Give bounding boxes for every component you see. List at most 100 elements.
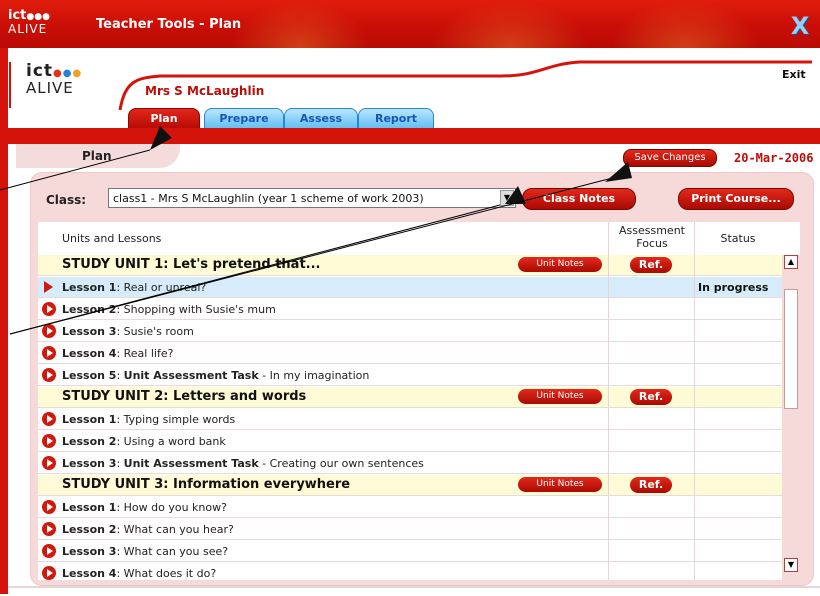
- lesson-title: :: [116, 457, 124, 470]
- lesson-label: Lesson 3: What can you see?: [62, 545, 228, 558]
- tab-prepare[interactable]: Prepare: [204, 108, 284, 128]
- lesson-grid: Units and Lessons Assessment Focus Statu…: [38, 222, 800, 580]
- play-icon: [42, 544, 56, 558]
- print-course-button[interactable]: Print Course...: [678, 188, 794, 210]
- column-divider: [694, 222, 695, 580]
- class-label: Class:: [46, 193, 87, 207]
- unit-title: STUDY UNIT 3: Information everywhere: [62, 477, 351, 492]
- lesson-title: : Real life?: [116, 347, 174, 360]
- window-title-bar: ict●●● ALIVE Teacher Tools - Plan X: [0, 0, 820, 48]
- lesson-row[interactable]: Lesson 1: How do you know?: [38, 497, 782, 518]
- section-label: Plan: [16, 144, 180, 168]
- lesson-label: Lesson 2: Shopping with Susie's mum: [62, 303, 276, 316]
- col-header-status: Status: [720, 232, 756, 245]
- col-header-units: Units and Lessons: [62, 232, 162, 245]
- selected-arrow-icon: [44, 281, 53, 293]
- window-title: Teacher Tools - Plan: [96, 17, 242, 32]
- unit-notes-button[interactable]: Unit Notes: [518, 257, 602, 272]
- ictalive-logo: ict●●● ALIVE: [26, 61, 83, 97]
- unit-title: STUDY UNIT 1: Let's pretend that...: [62, 257, 321, 272]
- lesson-number: Lesson 2: [62, 303, 117, 316]
- tab-report[interactable]: Report: [358, 108, 434, 128]
- close-icon[interactable]: X: [788, 14, 812, 38]
- lesson-label: Lesson 2: What can you hear?: [62, 523, 234, 536]
- lesson-label: Lesson 1: How do you know?: [62, 501, 227, 514]
- lesson-task-type: Unit Assessment Task: [123, 369, 259, 382]
- lesson-row[interactable]: Lesson 1: Typing simple words: [38, 409, 782, 430]
- lesson-row[interactable]: Lesson 3: What can you see?: [38, 541, 782, 562]
- lesson-task-title: - Creating our own sentences: [258, 457, 424, 470]
- play-icon: [42, 368, 56, 382]
- lesson-number: Lesson 1: [62, 281, 117, 294]
- tab-prepare-label: Prepare: [219, 112, 269, 125]
- tab-plan-label: Plan: [150, 112, 178, 125]
- tab-assess[interactable]: Assess: [284, 108, 358, 128]
- scroll-down-icon[interactable]: ▼: [784, 558, 798, 572]
- lesson-label: Lesson 3: Unit Assessment Task - Creatin…: [62, 457, 424, 470]
- lesson-row[interactable]: Lesson 4: Real life?: [38, 343, 782, 364]
- lesson-number: Lesson 4: [62, 567, 117, 580]
- lesson-row[interactable]: Lesson 2: Using a word bank: [38, 431, 782, 452]
- lesson-number: Lesson 3: [62, 545, 117, 558]
- lesson-status: In progress: [698, 281, 769, 294]
- play-icon: [42, 566, 56, 580]
- class-notes-button[interactable]: Class Notes: [522, 188, 636, 210]
- unit-notes-button[interactable]: Unit Notes: [518, 477, 602, 492]
- unit-title: STUDY UNIT 2: Letters and words: [62, 389, 307, 404]
- chevron-down-icon[interactable]: ▼: [500, 190, 514, 206]
- unit-row[interactable]: STUDY UNIT 2: Letters and words Unit Note…: [38, 387, 782, 408]
- lesson-row[interactable]: Lesson 3: Susie's room: [38, 321, 782, 342]
- unit-row[interactable]: STUDY UNIT 1: Let's pretend that... Unit …: [38, 255, 782, 276]
- lesson-title: : How do you know?: [116, 501, 227, 514]
- lesson-label: Lesson 4: Real life?: [62, 347, 173, 360]
- lesson-title: : Real or unreal?: [116, 281, 207, 294]
- title-bar-logo: ict●●● ALIVE: [8, 8, 50, 36]
- play-icon: [42, 500, 56, 514]
- lesson-label: Lesson 4: What does it do?: [62, 567, 216, 580]
- lesson-label: Lesson 1: Real or unreal?: [62, 281, 206, 294]
- col-header-focus-line2: Focus: [636, 237, 668, 250]
- class-select[interactable]: class1 - Mrs S McLaughlin (year 1 scheme…: [108, 188, 516, 208]
- col-header-focus-line1: Assessment: [619, 224, 685, 237]
- lesson-row[interactable]: Lesson 1: Real or unreal? In progress: [38, 277, 782, 298]
- exit-link[interactable]: Exit: [782, 68, 806, 81]
- tab-plan[interactable]: Plan: [128, 108, 200, 128]
- lesson-number: Lesson 4: [62, 347, 117, 360]
- lesson-row[interactable]: Lesson 4: What does it do?: [38, 563, 782, 580]
- unit-notes-button[interactable]: Unit Notes: [518, 389, 602, 404]
- play-icon: [42, 456, 56, 470]
- tab-report-label: Report: [374, 112, 418, 125]
- lesson-title: : What does it do?: [116, 567, 217, 580]
- window-bottom-border: [8, 586, 820, 596]
- play-icon: [42, 522, 56, 536]
- title-bar-decoration: [430, 0, 590, 48]
- lesson-row[interactable]: Lesson 2: Shopping with Susie's mum: [38, 299, 782, 320]
- lesson-row[interactable]: Lesson 2: What can you hear?: [38, 519, 782, 540]
- lesson-title: : Using a word bank: [116, 435, 226, 448]
- scroll-up-icon[interactable]: ▲: [784, 255, 798, 269]
- teacher-name: Mrs S McLaughlin: [145, 84, 265, 98]
- lesson-number: Lesson 5: [62, 369, 117, 382]
- lesson-row[interactable]: Lesson 3: Unit Assessment Task - Creatin…: [38, 453, 782, 474]
- lesson-number: Lesson 1: [62, 413, 117, 426]
- lesson-row[interactable]: Lesson 5: Unit Assessment Task - In my i…: [38, 365, 782, 386]
- lesson-number: Lesson 2: [62, 523, 117, 536]
- ref-button[interactable]: Ref.: [630, 389, 672, 405]
- ref-button[interactable]: Ref.: [630, 477, 672, 493]
- ref-button[interactable]: Ref.: [630, 257, 672, 273]
- lesson-number: Lesson 1: [62, 501, 117, 514]
- grid-header: Units and Lessons Assessment Focus Statu…: [38, 222, 800, 256]
- play-icon: [42, 346, 56, 360]
- grid-scrollbar[interactable]: ▲ ▼: [782, 255, 800, 580]
- play-icon: [42, 324, 56, 338]
- col-header-focus: Assessment Focus: [610, 224, 694, 250]
- scrollbar-thumb[interactable]: [784, 289, 798, 409]
- unit-row[interactable]: STUDY UNIT 3: Information everywhere Unit…: [38, 475, 782, 496]
- tab-assess-label: Assess: [299, 112, 343, 125]
- play-icon: [42, 302, 56, 316]
- lesson-title: : What can you hear?: [116, 523, 234, 536]
- save-changes-button[interactable]: Save Changes: [623, 149, 717, 167]
- lesson-title: : What can you see?: [116, 545, 229, 558]
- lesson-label: Lesson 5: Unit Assessment Task - In my i…: [62, 369, 369, 382]
- play-icon: [42, 412, 56, 426]
